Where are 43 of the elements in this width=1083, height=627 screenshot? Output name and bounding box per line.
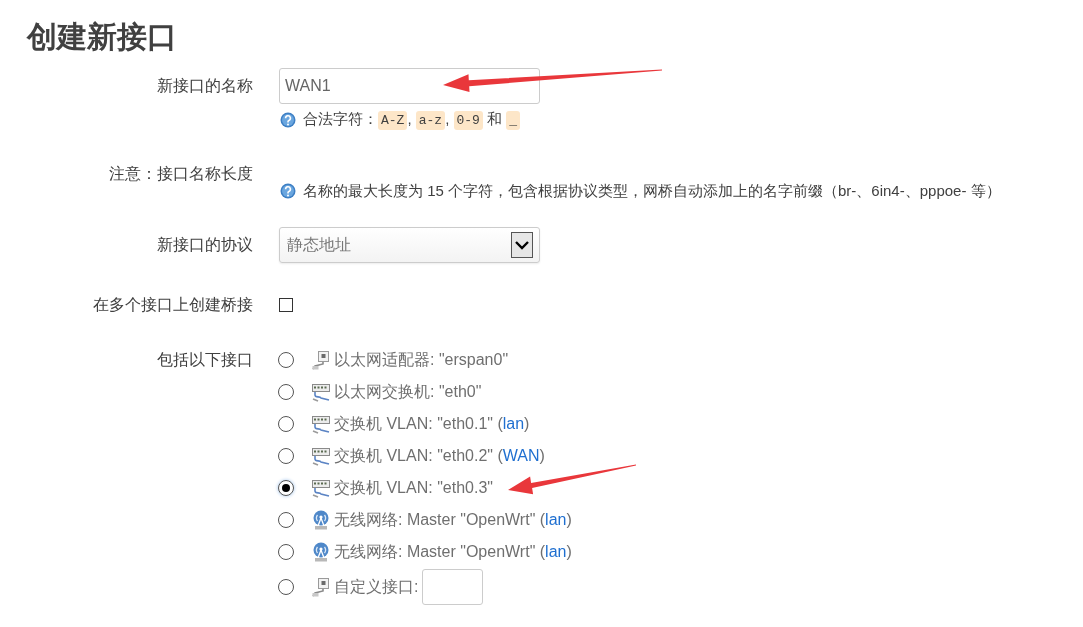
switch-icon: [312, 414, 330, 434]
antenna-icon: [312, 510, 330, 530]
radio-button[interactable]: [278, 579, 294, 595]
network-link[interactable]: lan: [502, 414, 525, 432]
option-label: 以太网适配器: "erspan0": [334, 349, 509, 370]
network-port-icon: [312, 577, 330, 597]
checkbox[interactable]: [279, 298, 293, 312]
option-label: 无线网络: Master "OpenWrt" (lan): [334, 509, 572, 530]
switch-icon: [312, 478, 330, 498]
chevron-down-icon: [511, 232, 533, 258]
radio-button[interactable]: [278, 448, 294, 464]
field-label: 新接口的协议: [157, 235, 253, 255]
field-label: 在多个接口上创建桥接: [93, 295, 253, 315]
radio-button[interactable]: [278, 352, 294, 368]
help-icon: [280, 112, 296, 128]
field-label: 包括以下接口: [157, 350, 253, 370]
page-title: 创建新接口: [27, 19, 177, 55]
switch-icon: [312, 446, 330, 466]
option-label: 交换机 VLAN: "eth0.3": [334, 477, 493, 498]
field-label: 注意：接口名称长度: [109, 164, 253, 184]
custom-interface-input[interactable]: [422, 569, 484, 605]
network-port-icon: [312, 350, 330, 370]
hint-text: 合法字符： A-Z , a-z , 0-9 和 _: [303, 109, 521, 131]
network-link[interactable]: WAN: [502, 446, 540, 464]
option-label: 以太网交换机: "eth0": [334, 381, 482, 402]
option-label: 自定义接口:: [334, 576, 419, 597]
radio-button[interactable]: [278, 480, 294, 496]
radio-button[interactable]: [278, 544, 294, 560]
protocol-select[interactable]: 静态地址: [279, 227, 540, 263]
radio-button[interactable]: [278, 512, 294, 528]
radio-button[interactable]: [278, 384, 294, 400]
switch-icon: [312, 382, 330, 402]
help-icon: [280, 183, 296, 199]
hint-text: 名称的最大长度为 15 个字符，包含根据协议类型，网桥自动添加上的名字前缀（br-、6in4-、pppoe- 等）: [303, 181, 1001, 201]
antenna-icon: [312, 542, 330, 562]
network-link[interactable]: lan: [545, 542, 567, 560]
radio-button[interactable]: [278, 416, 294, 432]
option-label: 交换机 VLAN: "eth0.2" (WAN): [334, 445, 545, 466]
name-input[interactable]: WAN1: [279, 68, 540, 104]
network-link[interactable]: lan: [545, 510, 567, 528]
option-label: 交换机 VLAN: "eth0.1" (lan): [334, 413, 530, 434]
field-label: 新接口的名称: [157, 76, 253, 96]
option-label: 无线网络: Master "OpenWrt" (lan): [334, 541, 572, 562]
